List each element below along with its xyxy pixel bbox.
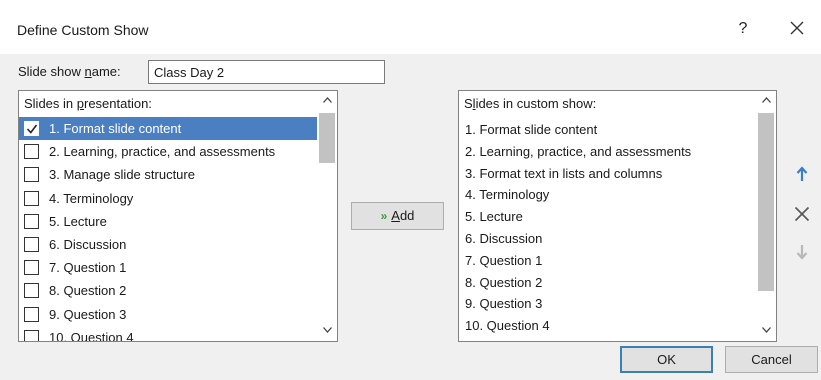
list-item[interactable]: 2. Learning, practice, and assessments (459, 141, 757, 163)
list-item[interactable]: 1. Format slide content (459, 119, 757, 141)
scroll-down-arrow[interactable] (756, 321, 776, 341)
close-button[interactable] (782, 14, 812, 44)
checkbox[interactable] (24, 144, 39, 160)
left-items: 1. Format slide content 2. Learning, prac… (19, 117, 317, 342)
slides-in-presentation-list[interactable]: Slides in presentation: 1. Format slide … (18, 90, 338, 342)
checkbox[interactable] (24, 236, 39, 252)
help-button[interactable]: ? (728, 14, 758, 44)
list-item[interactable]: 7. Question 1 (459, 250, 757, 272)
title-bar: Define Custom Show ? (0, 0, 821, 54)
list-item[interactable]: 9. Question 3 (459, 293, 757, 315)
list-item[interactable]: 4. Terminology (459, 184, 757, 206)
list-item-label: 9. Question 3 (49, 306, 127, 322)
list-item[interactable]: 6. Discussion (459, 228, 757, 250)
list-item-label: 4. Terminology (49, 190, 134, 206)
chevron-down-icon (761, 327, 771, 333)
add-button[interactable]: » Add (351, 202, 444, 230)
list-item[interactable]: 8. Question 2 (459, 272, 757, 294)
right-scrollbar[interactable] (756, 91, 776, 341)
list-item[interactable]: 10. Question 4 (19, 326, 317, 342)
checkbox[interactable] (24, 283, 39, 299)
slide-show-name-label: Slide show name: (18, 64, 121, 79)
move-up-icon (796, 166, 808, 181)
checkbox[interactable] (24, 306, 39, 322)
list-item-label: 2. Learning, practice, and assessments (49, 144, 276, 160)
ok-button[interactable]: OK (620, 346, 713, 373)
move-down-button[interactable] (790, 240, 814, 264)
list-item[interactable]: 3. Format text in lists and columns (459, 163, 757, 185)
list-item-label: 1. Format slide content (49, 121, 182, 136)
list-item[interactable]: 3. Manage slide structure (19, 163, 317, 186)
list-item[interactable]: 6. Discussion (19, 233, 317, 256)
remove-button[interactable] (790, 202, 814, 226)
add-arrows-icon: » (380, 209, 388, 223)
slides-in-custom-show-header: Slides in custom show: (464, 96, 597, 111)
list-item[interactable]: 1. Format slide content (19, 117, 317, 141)
checkbox[interactable] (24, 213, 39, 229)
slides-in-presentation-header: Slides in presentation: (24, 96, 152, 111)
scroll-thumb[interactable] (758, 113, 774, 291)
chevron-down-icon (322, 327, 332, 333)
move-up-button[interactable] (790, 162, 814, 186)
list-item-label: 5. Lecture (49, 213, 107, 229)
list-item-label: 10. Question 4 (49, 329, 134, 342)
scroll-up-arrow[interactable] (756, 91, 776, 111)
chevron-up-icon (761, 97, 771, 103)
list-item[interactable]: 8. Question 2 (19, 279, 317, 302)
remove-icon (794, 206, 810, 222)
cancel-button[interactable]: Cancel (725, 346, 818, 373)
checkbox[interactable] (24, 190, 39, 206)
chevron-up-icon (322, 97, 332, 103)
list-item-label: 7. Question 1 (49, 260, 127, 276)
checkbox[interactable] (24, 329, 39, 341)
checkmark-icon (26, 124, 38, 134)
checkbox[interactable] (24, 121, 39, 136)
right-items: 1. Format slide content 2. Learning, prac… (459, 119, 757, 337)
list-item[interactable]: 9. Question 3 (19, 303, 317, 326)
define-custom-show-dialog: Define Custom Show ? Slide show name: Sl… (0, 0, 821, 380)
slides-in-custom-show-list[interactable]: Slides in custom show: 1. Format slide c… (458, 90, 777, 342)
left-scrollbar[interactable] (317, 91, 337, 341)
scroll-thumb[interactable] (319, 113, 335, 163)
scroll-up-arrow[interactable] (317, 91, 337, 111)
slide-show-name-input[interactable] (148, 60, 385, 84)
checkbox[interactable] (24, 260, 39, 276)
list-item[interactable]: 10. Question 4 (459, 315, 757, 337)
list-item[interactable]: 2. Learning, practice, and assessments (19, 140, 317, 163)
list-item-label: 8. Question 2 (49, 283, 127, 299)
list-item[interactable]: 7. Question 1 (19, 256, 317, 279)
list-item[interactable]: 4. Terminology (19, 187, 317, 210)
scroll-down-arrow[interactable] (317, 321, 337, 341)
close-icon (790, 21, 804, 35)
list-item[interactable]: 5. Lecture (19, 210, 317, 233)
list-item-label: 6. Discussion (49, 236, 127, 252)
list-item-label: 3. Manage slide structure (49, 167, 195, 183)
dialog-title: Define Custom Show (17, 22, 149, 38)
checkbox[interactable] (24, 167, 39, 183)
list-item[interactable]: 5. Lecture (459, 206, 757, 228)
move-down-icon (796, 245, 808, 260)
